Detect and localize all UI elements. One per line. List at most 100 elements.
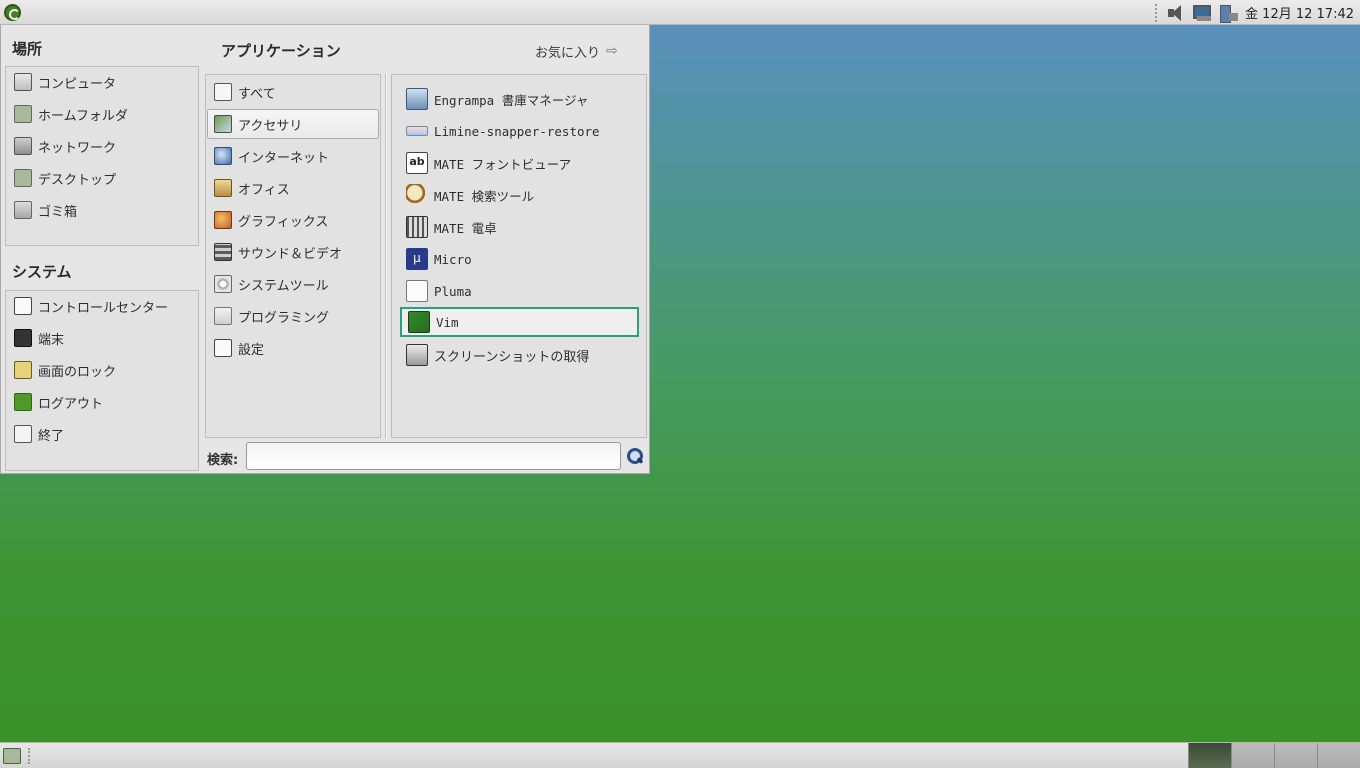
computer-icon [14,73,32,91]
category-label: すべて [238,86,276,102]
place-label: ネットワーク [38,140,117,156]
app-label: Pluma [434,283,472,299]
search-label: 検索: [207,453,239,468]
archive-manager-icon [406,88,428,110]
battery-icon[interactable] [1217,3,1239,23]
app-label: スクリーンショットの取得 [434,349,590,365]
system-terminal[interactable]: 端末 [8,324,196,352]
shutdown-icon [14,425,32,443]
main-menu-logo-icon[interactable] [4,4,21,21]
category-system-tools[interactable]: システムツール [208,270,378,298]
network-icon[interactable] [1191,3,1213,23]
app-label: MATE フォントビューア [434,156,572,172]
programming-icon [214,307,232,325]
app-label: MATE 検索ツール [434,188,535,204]
system-logout[interactable]: ログアウト [8,388,196,416]
app-vim[interactable]: Vim [400,307,639,337]
app-screenshot[interactable]: スクリーンショットの取得 [400,341,644,369]
places-list: コンピュータ ホームフォルダ ネットワーク デスクトップ ゴミ箱 [5,66,199,246]
logout-icon [14,393,32,411]
pluma-editor-icon [406,280,428,302]
application-list: Engrampa 書庫マネージャ Limine-snapper-restore … [391,74,647,438]
category-sound-video[interactable]: サウンド＆ビデオ [208,238,378,266]
app-label: Vim [436,314,459,330]
applications-title: アプリケーション [221,42,341,60]
system-tools-icon [214,275,232,293]
place-computer[interactable]: コンピュータ [8,68,196,96]
places-title: 場所 [12,40,43,58]
system-control-center[interactable]: コントロールセンター [8,292,196,320]
app-label: MATE 電卓 [434,220,497,236]
micro-editor-icon: μ [406,248,428,270]
clock[interactable]: 金 12月 12 17:42 [1245,3,1354,22]
workspace-switcher [1188,743,1360,768]
all-apps-icon [214,83,232,101]
app-engrampa[interactable]: Engrampa 書庫マネージャ [400,85,644,113]
system-tray: 金 12月 12 17:42 [1151,0,1360,25]
favorites-button[interactable]: お気に入り ⇨ [535,41,618,61]
place-label: ゴミ箱 [38,204,78,220]
category-internet[interactable]: インターネット [208,142,378,170]
applications-menu: 場所 コンピュータ ホームフォルダ ネットワーク デスクトップ ゴミ箱 システム… [0,25,650,474]
category-all[interactable]: すべて [208,78,378,106]
search-icon[interactable] [626,447,644,465]
category-label: グラフィックス [238,214,329,230]
app-calculator[interactable]: MATE 電卓 [400,213,644,241]
category-label: オフィス [238,182,290,198]
sound-video-icon [214,243,232,261]
app-label: Limine-snapper-restore [434,123,600,139]
app-micro[interactable]: μ Micro [400,245,644,273]
panel-handle[interactable] [28,748,32,764]
panel-handle[interactable] [1155,3,1159,22]
app-pluma[interactable]: Pluma [400,277,644,305]
system-label: ログアウト [38,396,104,412]
search-tool-icon [406,184,428,206]
search-input[interactable] [246,442,621,470]
category-office[interactable]: オフィス [208,174,378,202]
vim-icon [408,311,430,333]
workspace-2[interactable] [1231,743,1274,768]
font-viewer-icon: ab [406,152,428,174]
app-label: Micro [434,251,472,267]
workspace-4[interactable] [1317,743,1360,768]
category-programming[interactable]: プログラミング [208,302,378,330]
pane-divider[interactable] [385,74,387,438]
category-list: すべて アクセサリ インターネット オフィス グラフィックス サウンド＆ビデオ … [205,74,381,438]
category-label: インターネット [238,150,330,166]
system-title: システム [12,263,72,281]
limine-icon [406,126,428,136]
place-trash[interactable]: ゴミ箱 [8,196,196,224]
category-graphics[interactable]: グラフィックス [208,206,378,234]
lock-icon [14,361,32,379]
workspace-1[interactable] [1188,743,1231,768]
workspace-3[interactable] [1274,743,1317,768]
internet-icon [214,147,232,165]
calculator-icon [406,216,428,238]
system-shutdown[interactable]: 終了 [8,420,196,448]
screenshot-icon [406,344,428,366]
system-label: 端末 [38,332,65,348]
top-panel: 金 12月 12 17:42 [0,0,1360,25]
category-label: システムツール [238,278,329,294]
network-icon [14,137,32,155]
place-home-folder[interactable]: ホームフォルダ [8,100,196,128]
volume-icon[interactable] [1165,3,1187,23]
terminal-icon [14,329,32,347]
category-settings[interactable]: 設定 [208,334,378,362]
category-accessories[interactable]: アクセサリ [207,109,379,139]
system-label: コントロールセンター [38,300,169,316]
place-label: ホームフォルダ [38,108,128,124]
place-network[interactable]: ネットワーク [8,132,196,160]
category-label: 設定 [238,342,265,358]
place-label: コンピュータ [38,76,117,92]
accessories-icon [214,115,232,133]
favorites-label: お気に入り [535,45,601,61]
app-font-viewer[interactable]: ab MATE フォントビューア [400,149,644,177]
system-lock-screen[interactable]: 画面のロック [8,356,196,384]
place-desktop[interactable]: デスクトップ [8,164,196,192]
app-limine-snapper-restore[interactable]: Limine-snapper-restore [400,117,644,145]
show-desktop-icon[interactable] [3,748,21,764]
category-label: サウンド＆ビデオ [238,246,343,262]
app-search-tool[interactable]: MATE 検索ツール [400,181,644,209]
system-list: コントロールセンター 端末 画面のロック ログアウト 終了 [5,290,199,471]
